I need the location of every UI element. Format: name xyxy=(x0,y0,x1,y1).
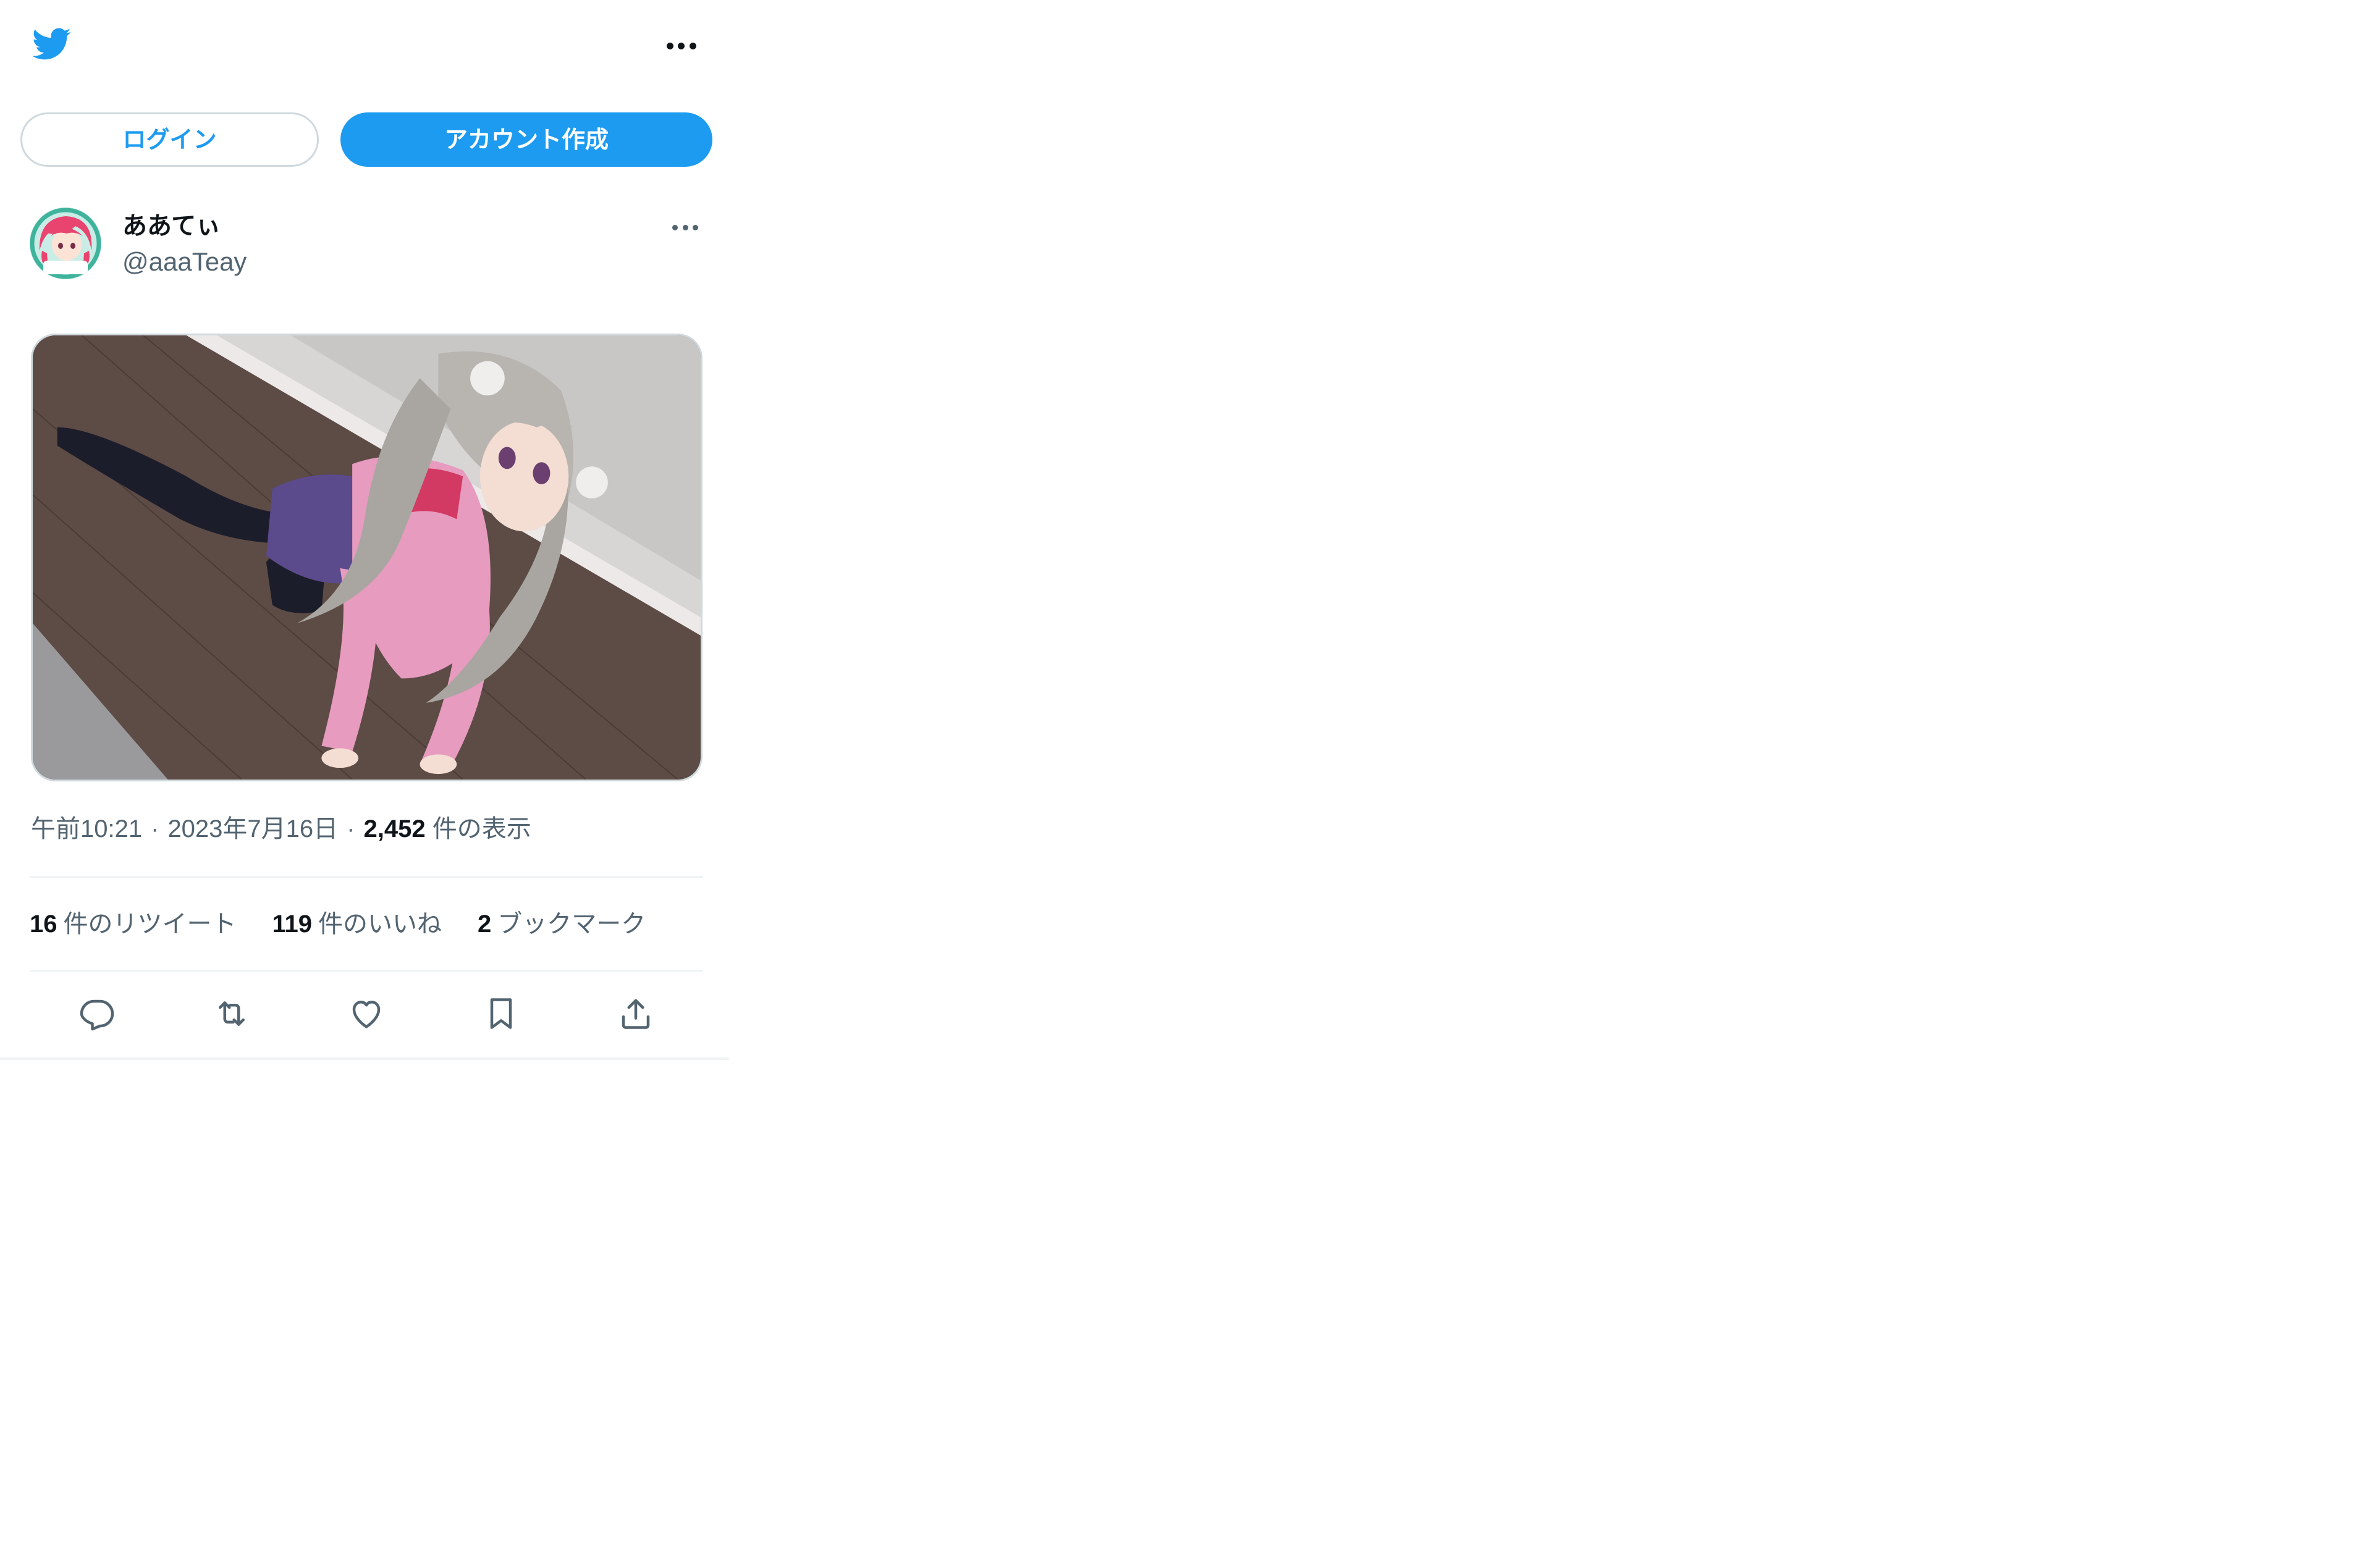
meta-separator: · xyxy=(151,815,159,843)
top-bar xyxy=(0,0,729,93)
more-horizontal-icon xyxy=(672,215,698,240)
tweet-meta: 午前10:21 · 2023年7月16日 · 2,452 件の表示 xyxy=(31,810,531,847)
reply-button[interactable] xyxy=(69,986,125,1041)
tweet-more-button[interactable] xyxy=(667,215,703,240)
divider xyxy=(30,970,703,972)
user-handle[interactable]: @aaaTeay xyxy=(122,245,247,279)
bookmarks-stat[interactable]: 2 ブックマーク xyxy=(478,906,646,943)
bookmark-icon xyxy=(490,998,512,1029)
meta-separator: · xyxy=(347,815,355,843)
views-count: 2,452 xyxy=(363,815,426,843)
like-button[interactable] xyxy=(339,986,394,1041)
share-icon xyxy=(622,999,650,1029)
signup-button[interactable]: アカウント作成 xyxy=(340,112,712,167)
bookmark-button[interactable] xyxy=(473,986,529,1041)
likes-stat[interactable]: 119 件のいいね xyxy=(272,906,442,943)
likes-count: 119 xyxy=(272,910,313,938)
tweet-actions xyxy=(30,986,703,1041)
display-name[interactable]: ああてぃ xyxy=(122,209,221,243)
tweet-author: ああてぃ @aaaTeay xyxy=(30,208,703,288)
login-button[interactable]: ログイン xyxy=(20,112,319,167)
retweet-button[interactable] xyxy=(204,986,260,1041)
bookmarks-count: 2 xyxy=(478,910,492,938)
tweet-photo[interactable] xyxy=(31,334,703,781)
reply-icon xyxy=(80,999,114,1031)
bookmarks-label: ブックマーク xyxy=(497,910,646,938)
retweets-label: 件のリツイート xyxy=(63,910,237,938)
retweets-stat[interactable]: 16 件のリツイート xyxy=(30,906,237,943)
tweet-column: ログイン アカウント作成 ああてぃ @aaaTeay 午前10:21 · 202… xyxy=(0,0,729,1060)
more-options-button[interactable] xyxy=(658,32,704,59)
twitter-bird-icon[interactable] xyxy=(28,23,74,64)
share-button[interactable] xyxy=(608,986,664,1041)
divider xyxy=(30,876,703,878)
tweet-stats: 16 件のリツイート 119 件のいいね 2 ブックマーク xyxy=(30,906,646,943)
avatar[interactable] xyxy=(30,208,101,279)
tweet-date[interactable]: 2023年7月16日 xyxy=(167,815,338,843)
more-horizontal-icon xyxy=(666,32,696,59)
auth-buttons: ログイン アカウント作成 xyxy=(20,112,712,169)
likes-label: 件のいいね xyxy=(318,910,442,938)
tweet-page: ログイン アカウント作成 ああてぃ @aaaTeay 午前10:21 · 202… xyxy=(0,0,2380,1564)
retweets-count: 16 xyxy=(30,910,57,938)
views-label: 件の表示 xyxy=(432,815,531,843)
tweet-time[interactable]: 午前10:21 xyxy=(31,815,142,843)
retweet-icon xyxy=(219,1001,245,1026)
like-icon xyxy=(352,1001,381,1028)
